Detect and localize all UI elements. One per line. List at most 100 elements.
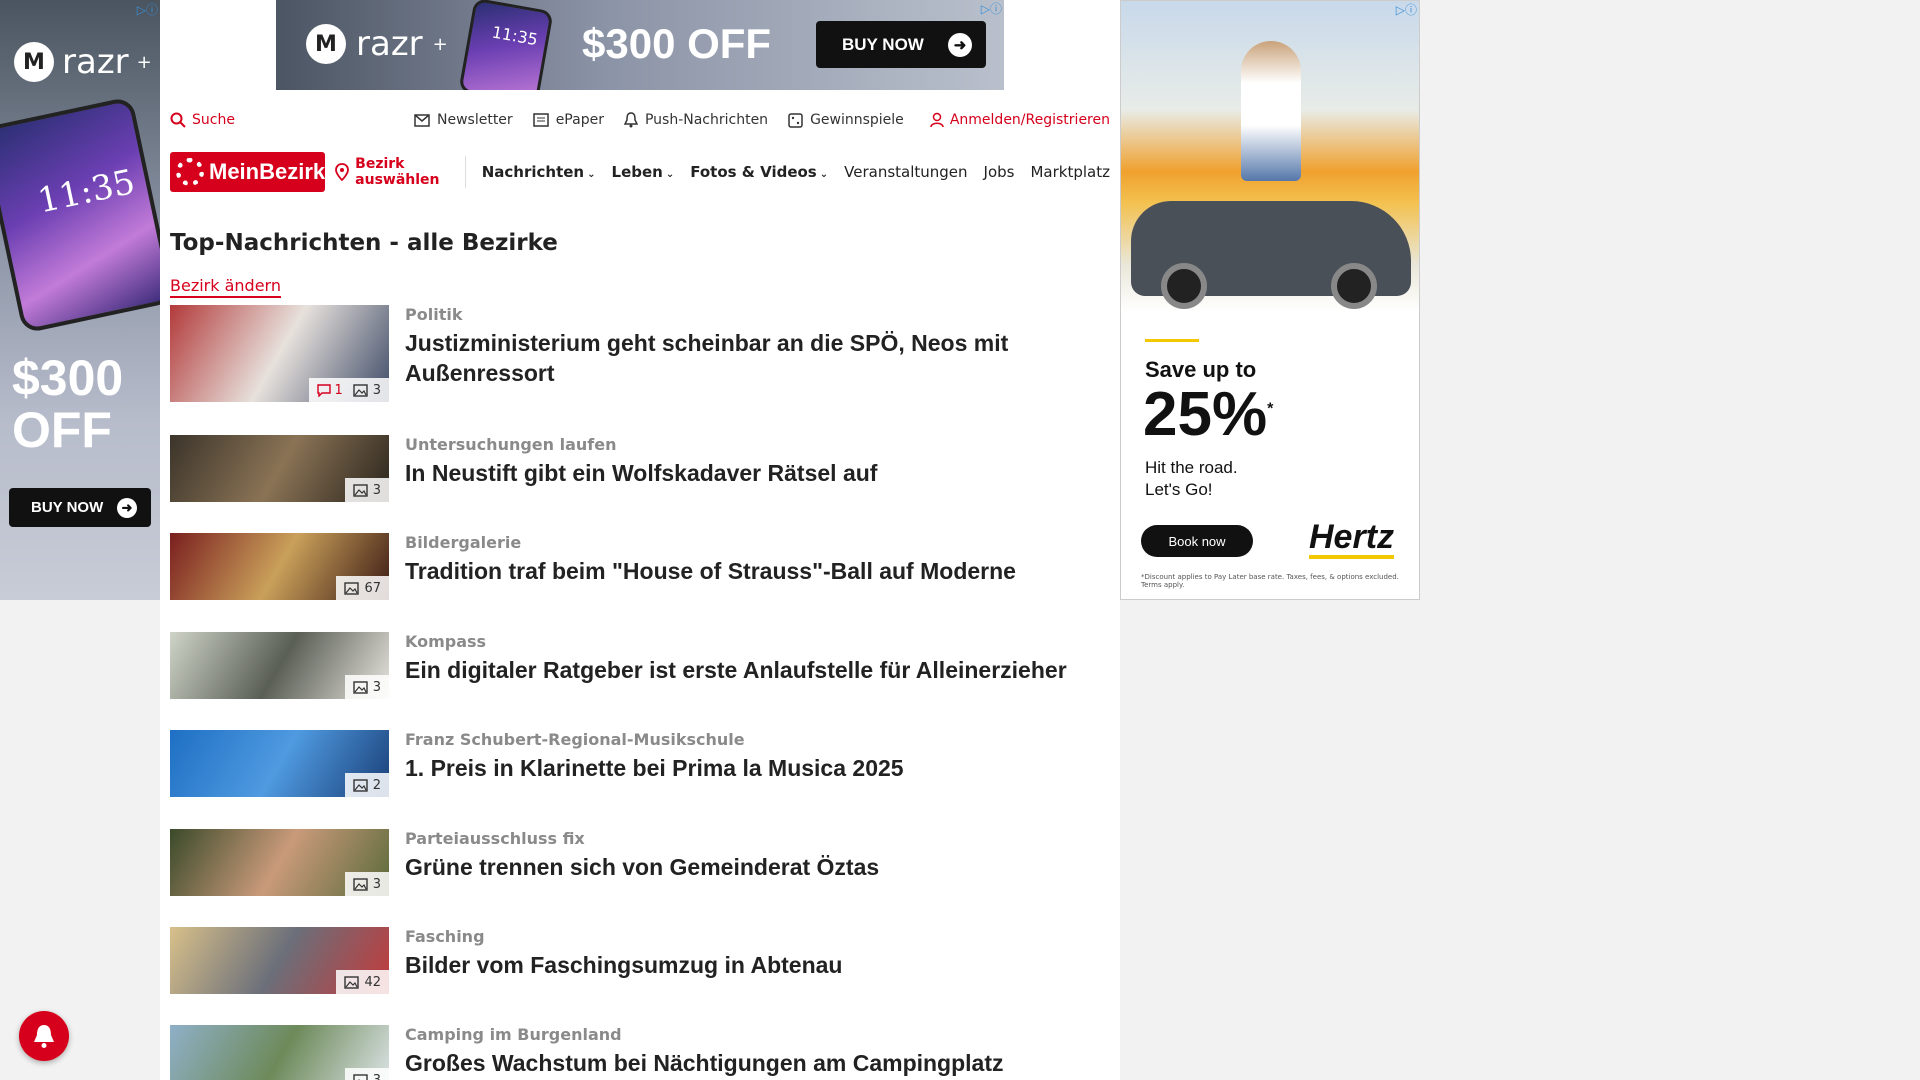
article-title[interactable]: Grüne trennen sich von Gemeinderat Öztas	[405, 852, 879, 882]
article-text: Kompass Ein digitaler Ratgeber ist erste …	[405, 632, 1067, 699]
article-kicker: Untersuchungen laufen	[405, 435, 617, 454]
comment-icon	[317, 383, 332, 397]
article-text: Bildergalerie Tradition traf beim "House …	[405, 533, 1016, 600]
gallery-icon	[353, 680, 368, 694]
gallery-icon	[353, 383, 368, 397]
top-banner-ad[interactable]: ▷ⓘ M razr + 11:35 $300 OFF BUY NOW ➜	[276, 0, 1004, 90]
newsletter-link[interactable]: Newsletter	[414, 112, 513, 128]
user-icon	[930, 112, 944, 128]
article-item[interactable]: 3 Kompass Ein digitaler Ratgeber ist erste…	[170, 632, 1110, 699]
bezirk-select[interactable]: Bezirk auswählen	[335, 156, 466, 188]
article-text: Camping im Burgenland Großes Wachstum bei…	[405, 1025, 1004, 1080]
article-thumbnail[interactable]: 3	[170, 435, 389, 502]
meinbezirk-logo[interactable]: MeinBezirk	[170, 152, 326, 192]
car-wheel	[1331, 263, 1377, 309]
article-kicker: Camping im Burgenland	[405, 1025, 622, 1044]
ad-fine-print: *Discount applies to Pay Later base rate…	[1141, 573, 1399, 589]
book-now-button[interactable]: Book now	[1141, 525, 1253, 557]
article-thumbnail[interactable]: 3	[170, 632, 389, 699]
nav-item-nachrichten[interactable]: Nachrichten ⌄	[482, 163, 596, 181]
search-link[interactable]: Suche	[170, 112, 235, 128]
left-skyscraper-ad[interactable]: ▷ⓘ M razr + 11:35 $300 OFF BUY NOW ➜	[0, 0, 160, 600]
article-thumbnail[interactable]: 42	[170, 927, 389, 994]
gallery-icon	[353, 877, 368, 891]
mail-icon	[414, 113, 430, 127]
phone-clock: 11:35	[34, 161, 139, 222]
nav-item-fotos-videos[interactable]: Fotos & Videos ⌄	[690, 163, 828, 181]
article-thumbnail[interactable]: 3	[170, 829, 389, 896]
change-bezirk-link[interactable]: Bezirk ändern	[170, 276, 281, 298]
chevron-down-icon: ⌄	[665, 169, 675, 180]
adchoices-icon[interactable]: ▷ⓘ	[137, 1, 158, 18]
buy-now-button[interactable]: BUY NOW ➜	[9, 488, 151, 527]
bell-icon	[32, 1023, 56, 1049]
location-pin-icon	[335, 163, 350, 181]
article-text: Untersuchungen laufen In Neustift gibt ei…	[405, 435, 877, 502]
article-thumbnail[interactable]: 3	[170, 1025, 389, 1080]
gallery-icon	[353, 483, 368, 497]
gallery-icon	[353, 778, 368, 792]
ad-price: $300 OFF	[12, 350, 124, 458]
article-title[interactable]: In Neustift gibt ein Wolfskadaver Rätsel…	[405, 458, 877, 488]
motorola-logo-icon: M	[14, 42, 54, 82]
phone-image: 11:35	[0, 96, 160, 334]
article-thumbnail[interactable]: 67	[170, 533, 389, 600]
main-column: ▷ⓘ M razr + 11:35 $300 OFF BUY NOW ➜ Such…	[160, 0, 1120, 1080]
image-count: 3	[353, 383, 381, 398]
article-thumbnail[interactable]: 2	[170, 730, 389, 797]
epaper-link[interactable]: ePaper	[532, 112, 604, 128]
logo-gear-icon	[176, 158, 204, 186]
article-title[interactable]: 1. Preis in Klarinette bei Prima la Musi…	[405, 753, 904, 783]
article-item[interactable]: 2 Franz Schubert-Regional-Musikschule 1. P…	[170, 730, 1110, 797]
comment-count: 1	[317, 383, 343, 398]
media-count-badge: 3	[344, 872, 389, 896]
arrow-right-icon: ➜	[117, 497, 137, 518]
article-text: Franz Schubert-Regional-Musikschule 1. Pr…	[405, 730, 904, 797]
gewinnspiele-link[interactable]: Gewinnspiele	[788, 112, 904, 128]
image-count: 3	[353, 1073, 381, 1080]
media-count-badge: 3	[344, 675, 389, 699]
article-item[interactable]: 1 3 Politik Justizministerium geht scheinba…	[170, 305, 1110, 402]
article-title[interactable]: Ein digitaler Ratgeber ist erste Anlaufs…	[405, 655, 1067, 685]
image-count: 3	[353, 877, 381, 892]
utility-bar: Suche Newsletter ePaper Push-Nachrichten	[170, 108, 1110, 132]
adchoices-icon[interactable]: ▷ⓘ	[1396, 1, 1417, 18]
chevron-down-icon: ⌄	[819, 169, 829, 180]
nav-item-leben[interactable]: Leben ⌄	[612, 163, 675, 181]
dice-icon	[788, 112, 803, 128]
push-notifications-link[interactable]: Push-Nachrichten	[623, 112, 768, 128]
article-title[interactable]: Tradition traf beim "House of Strauss"-B…	[405, 556, 1016, 586]
article-title[interactable]: Justizministerium geht scheinbar an die …	[405, 328, 1110, 388]
article-text: Parteiausschluss fix Grüne trennen sich v…	[405, 829, 879, 896]
nav-item-marktplatz[interactable]: Marktplatz	[1030, 163, 1110, 181]
ad-percent: 25%*	[1143, 380, 1274, 449]
ad-brand: M razr +	[14, 42, 152, 82]
article-item[interactable]: 67 Bildergalerie Tradition traf beim "Hous…	[170, 533, 1110, 600]
article-kicker: Bildergalerie	[405, 533, 522, 552]
adchoices-icon[interactable]: ▷ⓘ	[981, 0, 1002, 17]
arrow-right-icon: ➜	[948, 32, 972, 57]
notification-bell-button[interactable]	[19, 1011, 69, 1061]
media-count-badge: 3	[344, 478, 389, 502]
phone-clock: 11:35	[490, 22, 540, 50]
article-title[interactable]: Bilder vom Faschingsumzug in Abtenau	[405, 950, 842, 980]
nav-item-jobs[interactable]: Jobs	[984, 163, 1015, 181]
image-count: 3	[353, 483, 381, 498]
article-thumbnail[interactable]: 13	[170, 305, 389, 402]
nav-item-veranstaltungen[interactable]: Veranstaltungen	[844, 163, 967, 181]
gallery-icon	[353, 1073, 368, 1080]
article-item[interactable]: 3 Untersuchungen laufen In Neustift gibt e…	[170, 435, 1110, 502]
article-title[interactable]: Großes Wachstum bei Nächtigungen am Camp…	[405, 1048, 1004, 1078]
media-count-badge: 3	[344, 1068, 389, 1080]
gallery-icon	[344, 581, 360, 595]
article-item[interactable]: 3 Parteiausschluss fix Grüne trennen sich …	[170, 829, 1110, 896]
login-link[interactable]: Anmelden/Registrieren	[930, 112, 1110, 128]
article-kicker: Parteiausschluss fix	[405, 829, 585, 848]
accent-line	[1145, 339, 1199, 342]
right-rectangle-ad[interactable]: ▷ⓘ Save up to 25%* Hit the road. Let's G…	[1120, 0, 1420, 600]
article-item[interactable]: 42 Fasching Bilder vom Faschingsumzug in A…	[170, 927, 1110, 994]
ad-tagline: Hit the road. Let's Go!	[1145, 458, 1238, 499]
ad-brand: M razr +	[306, 24, 448, 64]
article-item[interactable]: 3 Camping im Burgenland Großes Wachstum be…	[170, 1025, 1110, 1080]
buy-now-button[interactable]: BUY NOW ➜	[816, 21, 986, 68]
